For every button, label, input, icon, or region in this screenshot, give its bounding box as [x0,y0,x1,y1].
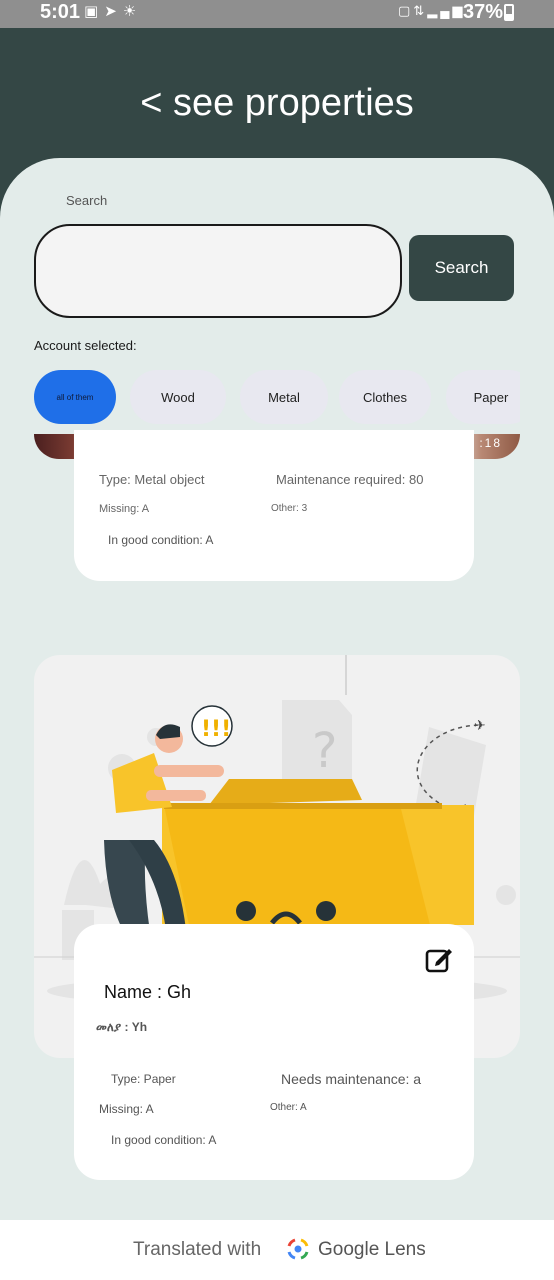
item-type: Type: Metal object [99,472,205,487]
item-other: Other: 3 [271,503,308,514]
item-amharic-name: መለያ : Yh [96,1020,148,1034]
account-chips: all of them Wood Metal Clothes Paper [34,370,520,424]
item-name: Name : Gh [104,982,192,1002]
signal-icon: ▂▄▆ [427,3,466,18]
status-bar: 5:01 ▣➤☀ ▢⇅▂▄▆ 37% [0,0,554,28]
item-maintenance: Maintenance required: 80 [276,472,424,487]
exclamation-text: !!! [201,717,231,742]
lock-icon: ▢ [398,3,414,18]
system-icons: ▢⇅▂▄▆ [398,3,465,19]
telegram-icon: ➤ [104,3,123,20]
battery-icon [504,4,514,21]
item-maintenance: Needs maintenance: a [281,1071,422,1087]
translation-footer: Translated with Google Lens [0,1220,554,1280]
chip-paper[interactable]: Paper [446,370,520,424]
chip-all[interactable]: all of them [34,370,116,424]
chip-clothes[interactable]: Clothes [339,370,431,424]
item-card[interactable]: Name : Gh መለያ : Yh Type: Paper Needs mai… [74,924,474,1180]
chip-wood[interactable]: Wood [130,370,226,424]
back-to-properties-title[interactable]: < see properties [0,82,554,125]
item-other: Other: A [270,1102,307,1113]
item-missing: Missing: A [99,503,150,515]
notification-icons: ▣➤☀ [84,2,142,20]
item-card[interactable]: Type: Metal object Maintenance required:… [74,430,474,581]
google-lens-brand: Google Lens [318,1239,426,1260]
question-mark-icon: ? [312,723,337,779]
chip-metal[interactable]: Metal [240,370,328,424]
battery-percent: 37% [463,1,504,23]
svg-text:✈: ✈ [474,718,486,734]
item-type: Type: Paper [111,1072,176,1086]
google-lens-icon [287,1238,309,1260]
item-condition: In good condition: A [108,533,214,547]
item-condition: In good condition: A [111,1133,217,1147]
search-button[interactable]: Search [409,235,514,301]
data-icon: ⇅ [413,3,428,18]
search-label: Search [66,193,108,208]
translated-with-text: Translated with [133,1239,262,1260]
image-label: :18 [479,436,502,450]
notification-icon: ☀ [122,3,143,20]
item-missing: Missing: A [99,1102,154,1116]
status-time: 5:01 [40,1,81,23]
account-selected-label: Account selected: [34,338,137,353]
edit-icon[interactable] [424,944,454,974]
image-icon: ▣ [84,3,105,20]
search-input[interactable] [34,224,402,318]
